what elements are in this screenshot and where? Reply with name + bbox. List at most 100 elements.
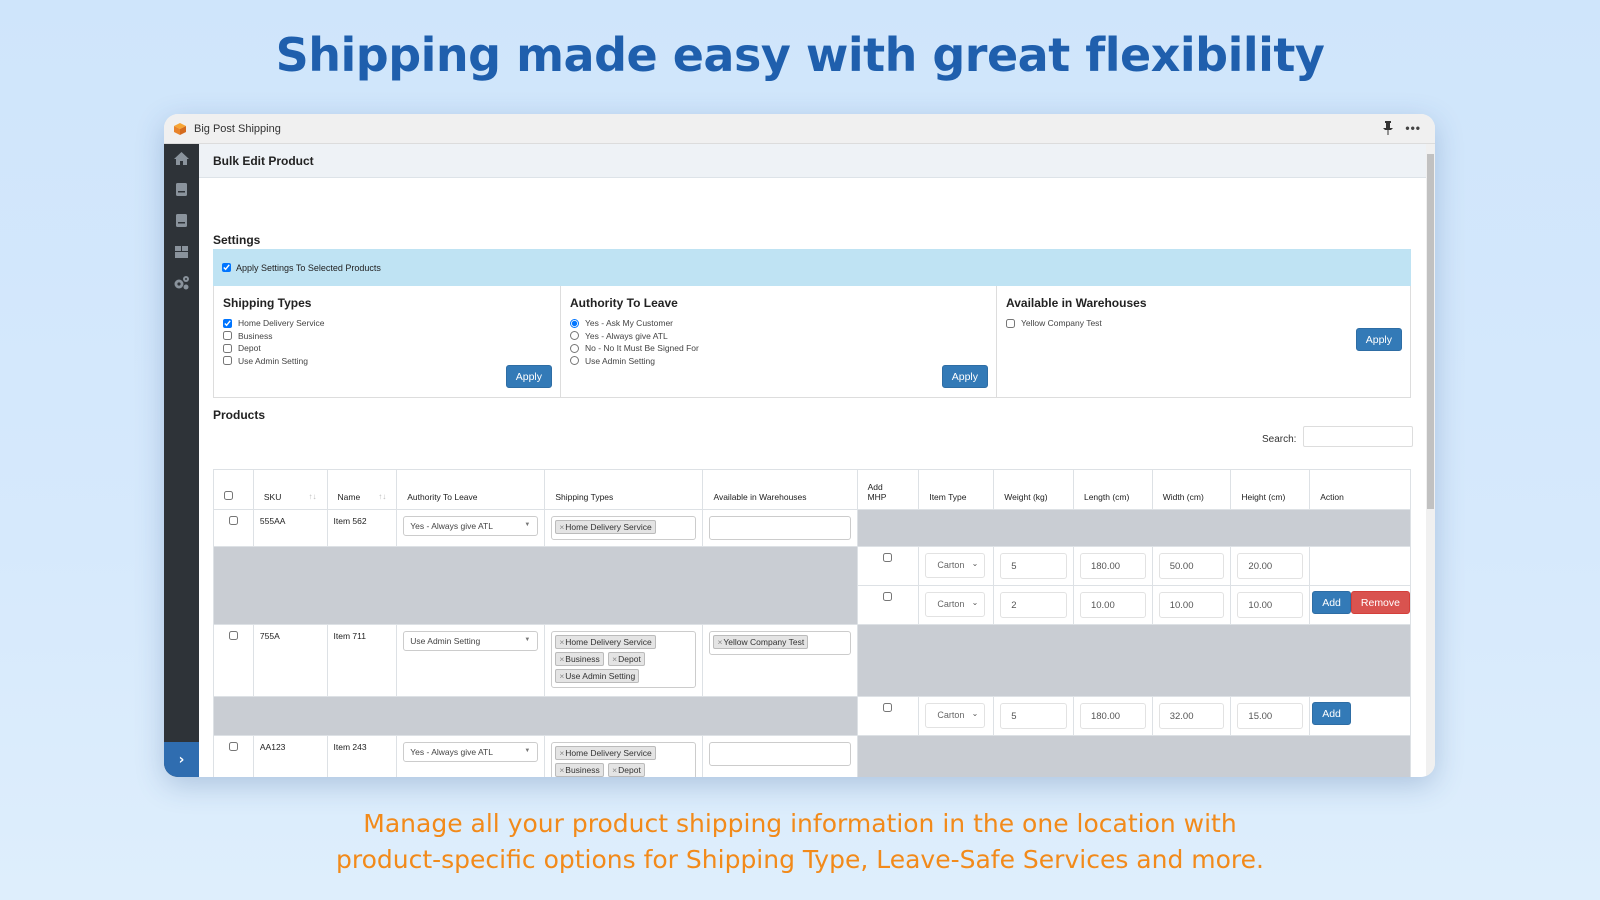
- book-icon[interactable]: [173, 181, 190, 198]
- option-label: Yellow Company Test: [1021, 318, 1102, 329]
- length-input[interactable]: 180.00: [1079, 703, 1146, 729]
- add-mhp-checkbox[interactable]: [883, 592, 893, 601]
- col-sku[interactable]: SKU ↑↓: [252, 469, 328, 510]
- atl-select[interactable]: Yes - Always give ATL ▼: [403, 516, 539, 536]
- vertical-scrollbar[interactable]: [1426, 144, 1435, 777]
- search-label: Search:: [1262, 434, 1297, 445]
- remove-package-button[interactable]: Remove: [1350, 591, 1410, 614]
- row-checkbox[interactable]: [228, 742, 238, 751]
- tag[interactable]: ×Business: [555, 763, 604, 777]
- remove-tag-icon[interactable]: ×: [612, 654, 617, 664]
- remove-tag-icon[interactable]: ×: [559, 654, 564, 664]
- atl-option[interactable]: Use Admin Setting: [570, 355, 987, 368]
- sort-icon[interactable]: ↑↓: [378, 492, 386, 501]
- tag[interactable]: ×Yellow Company Test: [713, 635, 809, 649]
- item-type-select[interactable]: Carton ⌄: [925, 592, 986, 617]
- warehouses-multiselect[interactable]: ×Yellow Company Test: [709, 631, 851, 655]
- width-input[interactable]: 32.00: [1158, 703, 1225, 729]
- tag[interactable]: ×Business: [555, 652, 604, 666]
- length-input[interactable]: 10.00: [1079, 592, 1146, 618]
- radio[interactable]: [570, 318, 579, 328]
- gears-icon[interactable]: [173, 274, 190, 291]
- tag[interactable]: ×Home Delivery Service: [555, 520, 656, 534]
- checkbox[interactable]: [1006, 318, 1015, 328]
- atl-option[interactable]: Yes - Ask My Customer: [570, 317, 987, 330]
- sku-cell: AA123: [252, 735, 328, 777]
- scrollbar-thumb[interactable]: [1427, 154, 1434, 509]
- apply-atl-button[interactable]: Apply: [941, 365, 988, 388]
- warehouses-multiselect[interactable]: [709, 742, 851, 766]
- remove-tag-icon[interactable]: ×: [559, 748, 564, 758]
- apply-shipping-types-button[interactable]: Apply: [505, 365, 552, 388]
- weight-input[interactable]: 5: [1000, 703, 1067, 729]
- shipping-type-option[interactable]: Depot: [223, 342, 551, 355]
- gray-filler: [213, 546, 858, 625]
- header-label: Name: [337, 492, 361, 502]
- remove-tag-icon[interactable]: ×: [612, 765, 617, 775]
- radio[interactable]: [570, 343, 579, 353]
- row-checkbox[interactable]: [228, 631, 238, 640]
- checkbox[interactable]: [223, 331, 232, 341]
- sort-icon[interactable]: ↑↓: [309, 492, 317, 501]
- checkbox[interactable]: [223, 356, 232, 366]
- weight-input[interactable]: 2: [1000, 592, 1067, 618]
- weight-input[interactable]: 5: [1000, 553, 1067, 579]
- remove-tag-icon[interactable]: ×: [559, 671, 564, 681]
- table-row: 755A Item 711 Use Admin Setting ▼ ×Home D…: [213, 624, 1412, 697]
- item-type-select[interactable]: Carton ⌄: [925, 703, 986, 728]
- width-input[interactable]: 10.00: [1158, 592, 1225, 618]
- atl-option[interactable]: Yes - Always give ATL: [570, 330, 987, 343]
- add-package-button[interactable]: Add: [1312, 702, 1351, 725]
- checkbox[interactable]: [223, 343, 232, 353]
- remove-tag-icon[interactable]: ×: [559, 765, 564, 775]
- radio[interactable]: [570, 356, 579, 366]
- radio[interactable]: [570, 331, 579, 341]
- atl-select[interactable]: Use Admin Setting ▼: [403, 631, 539, 651]
- tag[interactable]: ×Depot: [608, 652, 645, 666]
- length-input[interactable]: 180.00: [1079, 553, 1146, 579]
- add-mhp-checkbox[interactable]: [883, 553, 893, 562]
- box-icon[interactable]: [173, 243, 190, 260]
- row-checkbox[interactable]: [228, 516, 238, 525]
- add-package-button[interactable]: Add: [1312, 591, 1351, 614]
- atl-option[interactable]: No - No It Must Be Signed For: [570, 342, 987, 355]
- remove-tag-icon[interactable]: ×: [559, 637, 564, 647]
- tag[interactable]: ×Home Delivery Service: [555, 746, 656, 760]
- remove-tag-icon[interactable]: ×: [559, 522, 564, 532]
- warehouse-option[interactable]: Yellow Company Test: [1006, 317, 1401, 330]
- shipping-types-multiselect[interactable]: ×Home Delivery Service ×Business ×Depot …: [551, 631, 697, 688]
- tag[interactable]: ×Depot: [608, 763, 645, 777]
- col-name[interactable]: Name ↑↓: [326, 469, 398, 510]
- more-icon[interactable]: •••: [1405, 121, 1421, 135]
- pin-icon[interactable]: [1383, 121, 1394, 135]
- warehouses-multiselect[interactable]: [709, 516, 851, 540]
- width-input[interactable]: 50.00: [1158, 553, 1225, 579]
- checkbox[interactable]: [223, 318, 232, 328]
- atl-select[interactable]: Yes - Always give ATL ▼: [403, 742, 539, 762]
- book-icon[interactable]: [173, 212, 190, 229]
- tag[interactable]: ×Use Admin Setting: [555, 669, 640, 683]
- height-input[interactable]: 10.00: [1237, 592, 1304, 618]
- products-title: Products: [213, 408, 266, 422]
- item-type-select[interactable]: Carton ⌄: [925, 553, 986, 578]
- height-input[interactable]: 15.00: [1237, 703, 1304, 729]
- apply-settings-checkbox[interactable]: [222, 263, 231, 272]
- shipping-types-multiselect[interactable]: ×Home Delivery Service: [551, 516, 697, 540]
- tag[interactable]: ×Home Delivery Service: [555, 635, 656, 649]
- search-input[interactable]: [1303, 426, 1413, 447]
- sidebar-expand-button[interactable]: ›: [164, 742, 199, 777]
- tag-label: Business: [565, 654, 600, 664]
- height-input[interactable]: 20.00: [1237, 553, 1304, 579]
- marketing-headline: Shipping made easy with great flexibilit…: [275, 28, 1325, 82]
- shipping-type-option[interactable]: Business: [223, 330, 551, 343]
- shipping-type-option[interactable]: Home Delivery Service: [223, 317, 551, 330]
- shipping-types-multiselect[interactable]: ×Home Delivery Service ×Business ×Depot …: [551, 742, 697, 777]
- apply-warehouses-button[interactable]: Apply: [1355, 328, 1402, 351]
- remove-tag-icon[interactable]: ×: [717, 637, 722, 647]
- home-icon[interactable]: [173, 150, 190, 167]
- marketing-subline: Manage all your product shipping informa…: [0, 806, 1600, 878]
- col-weight: Weight (kg): [993, 469, 1074, 510]
- add-mhp-checkbox[interactable]: [883, 703, 893, 712]
- select-all-checkbox[interactable]: [224, 491, 233, 500]
- shipping-type-option[interactable]: Use Admin Setting: [223, 355, 551, 368]
